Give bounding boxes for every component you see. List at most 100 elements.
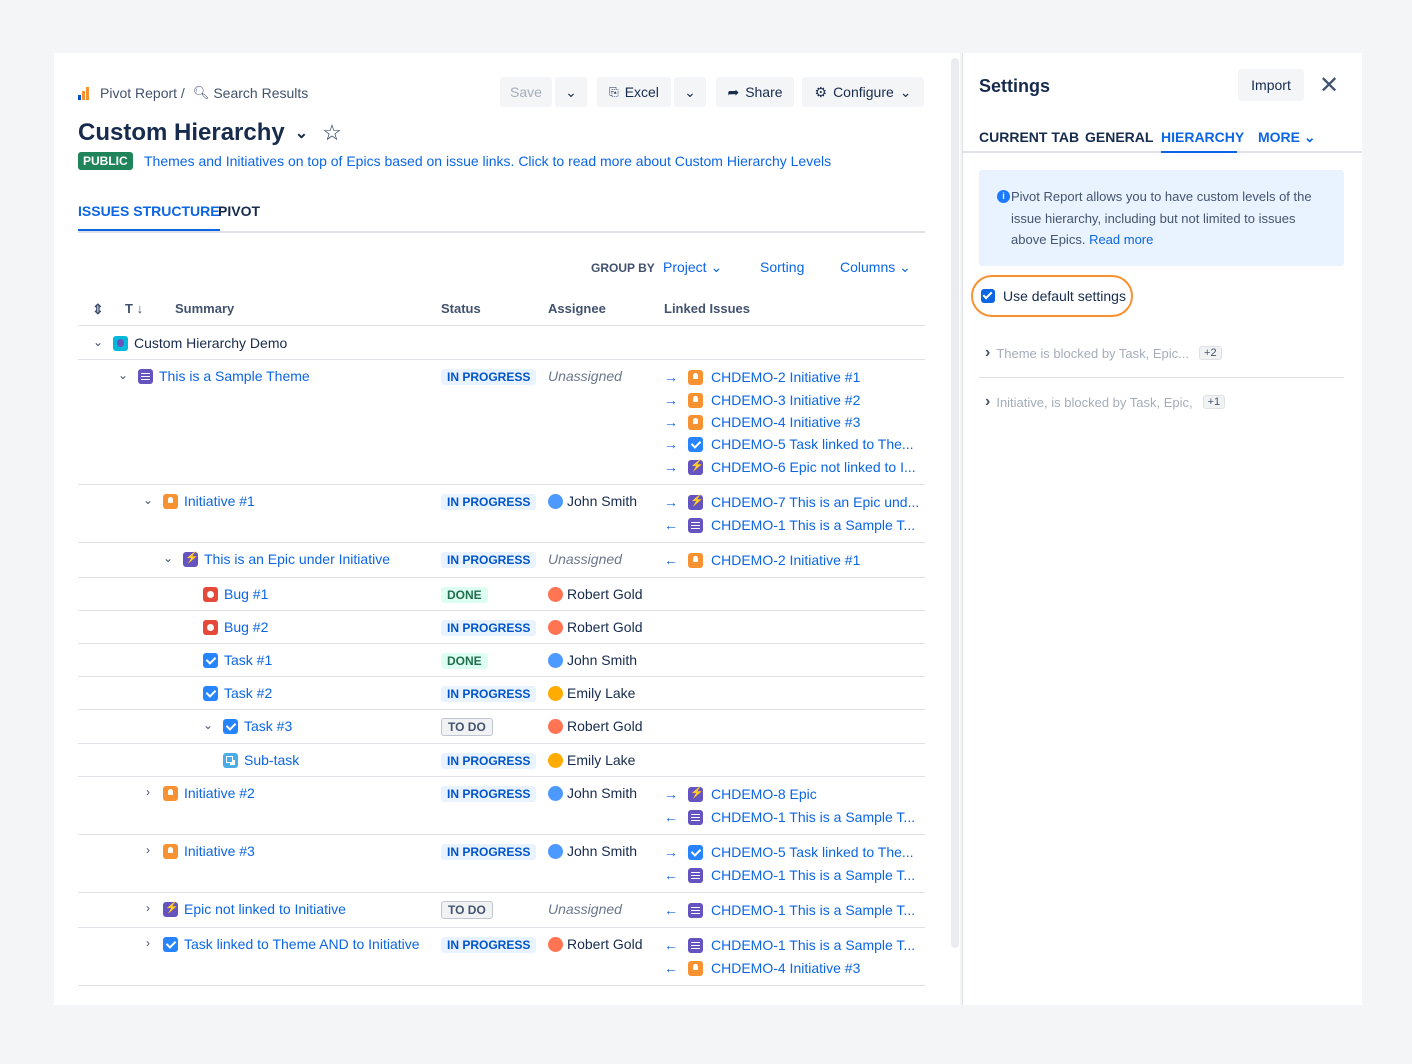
collapse-chevron-icon[interactable]: ⌄ — [161, 551, 175, 565]
bug-icon — [203, 586, 218, 602]
excel-dropdown-button[interactable]: ⌄ — [674, 77, 706, 107]
bug-icon — [203, 619, 218, 635]
table-row[interactable]: Custom Hierarchy Demo — [113, 335, 287, 351]
expand-chevron-icon[interactable]: › — [141, 843, 155, 857]
initiative-icon — [688, 369, 703, 385]
table-row[interactable]: Bug #1 — [203, 586, 268, 602]
column-linked-issues[interactable]: Linked Issues — [664, 301, 750, 316]
import-button[interactable]: Import — [1238, 69, 1304, 101]
linked-issue[interactable]: ← CHDEMO-1 This is a Sample T... — [664, 867, 915, 883]
save-button[interactable]: Save — [500, 77, 552, 107]
status-badge: IN PROGRESS — [441, 686, 537, 702]
group-by-select[interactable]: Project ⌄ — [663, 259, 722, 276]
columns-button[interactable]: Columns ⌄ — [840, 259, 911, 276]
assignee: Robert Gold — [548, 586, 642, 602]
linked-issue[interactable]: → CHDEMO-5 Task linked to The... — [664, 436, 914, 452]
public-badge: PUBLIC — [78, 152, 133, 170]
assignee: Unassigned — [548, 368, 622, 384]
linked-issue[interactable]: ← CHDEMO-1 This is a Sample T... — [664, 809, 915, 825]
linked-issue[interactable]: ← CHDEMO-4 Initiative #3 — [664, 960, 860, 976]
star-icon[interactable]: ☆ — [322, 120, 342, 146]
initiative-icon — [163, 843, 178, 859]
hierarchy-level-row[interactable]: › Theme is blocked by Task, Epic... +2 — [985, 344, 1222, 362]
settings-title: Settings — [979, 76, 1051, 96]
assignee: Robert Gold — [548, 718, 642, 734]
chevron-down-icon: ⌄ — [899, 259, 911, 275]
expand-chevron-icon[interactable]: › — [141, 785, 155, 799]
column-status[interactable]: Status — [441, 301, 481, 316]
table-row[interactable]: Initiative #1 — [163, 493, 255, 509]
table-row[interactable]: Task #1 — [203, 652, 272, 668]
collapse-chevron-icon[interactable]: ⌄ — [116, 368, 130, 382]
theme-icon — [688, 867, 703, 883]
linked-issue[interactable]: → CHDEMO-3 Initiative #2 — [664, 392, 860, 408]
table-row[interactable]: Initiative #2 — [163, 785, 255, 801]
linked-issue[interactable]: →CHDEMO-7 This is an Epic und... — [664, 494, 919, 511]
table-row[interactable]: Task linked to Theme AND to Initiative — [163, 936, 420, 952]
table-row[interactable]: This is an Epic under Initiative — [183, 551, 390, 567]
save-dropdown-button[interactable]: ⌄ — [555, 77, 587, 107]
collapse-chevron-icon[interactable]: ⌄ — [91, 335, 105, 349]
use-default-settings-checkbox[interactable]: Use default settings — [971, 275, 1133, 317]
linked-issue[interactable]: → CHDEMO-4 Initiative #3 — [664, 414, 860, 430]
row-divider — [78, 542, 925, 543]
task-icon — [203, 685, 218, 701]
linked-issue[interactable]: ← CHDEMO-2 Initiative #1 — [664, 552, 860, 568]
share-button[interactable]: ➦ Share — [716, 77, 794, 107]
table-row[interactable]: Bug #2 — [203, 619, 268, 635]
linked-issue[interactable]: →CHDEMO-8 Epic — [664, 786, 817, 803]
breadcrumb-root[interactable]: Pivot Report / — [100, 85, 185, 101]
inward-link-arrow-icon: ← — [664, 867, 678, 883]
table-row[interactable]: Task #3 — [223, 718, 292, 734]
excel-button[interactable]: ⎘ Excel — [597, 77, 671, 107]
linked-issue[interactable]: ← CHDEMO-1 This is a Sample T... — [664, 902, 915, 918]
row-divider — [78, 359, 925, 360]
scrollbar[interactable] — [951, 58, 959, 948]
theme-icon — [688, 517, 703, 533]
excel-icon: ⎘ — [609, 84, 619, 99]
outward-link-arrow-icon: → — [664, 459, 678, 475]
initiative-icon — [688, 414, 703, 430]
tab-pivot[interactable]: PIVOT — [218, 203, 260, 229]
collapse-chevron-icon[interactable]: ⌄ — [141, 493, 155, 507]
expand-chevron-icon[interactable]: › — [141, 936, 155, 950]
expand-collapse-all-icon[interactable]: ⇕ — [92, 301, 104, 318]
linked-issue[interactable]: ← CHDEMO-1 This is a Sample T... — [664, 937, 915, 953]
chevron-down-icon: ⌄ — [565, 83, 577, 100]
collapse-chevron-icon[interactable]: ⌄ — [201, 718, 215, 732]
table-row[interactable]: Initiative #3 — [163, 843, 255, 859]
tab-general[interactable]: GENERAL — [1085, 129, 1153, 145]
linked-issue[interactable]: → CHDEMO-5 Task linked to The... — [664, 844, 914, 860]
close-icon[interactable]: ✕ — [1319, 71, 1339, 100]
sorting-button[interactable]: Sorting — [760, 259, 804, 275]
avatar — [548, 652, 563, 668]
tab-current-tab[interactable]: CURRENT TAB — [979, 129, 1079, 145]
report-description-link[interactable]: Themes and Initiatives on top of Epics b… — [144, 153, 831, 169]
theme-icon — [688, 902, 703, 918]
expand-chevron-icon[interactable]: › — [141, 901, 155, 915]
linked-issue[interactable]: →CHDEMO-6 Epic not linked to I... — [664, 459, 916, 476]
row-divider — [78, 577, 925, 578]
more-count-badge: +1 — [1202, 395, 1226, 409]
title-chevron-down-icon[interactable]: ⌄ — [295, 123, 308, 143]
linked-issue[interactable]: ← CHDEMO-1 This is a Sample T... — [664, 517, 915, 533]
avatar — [548, 843, 563, 859]
table-row[interactable]: Task #2 — [203, 685, 272, 701]
read-more-link[interactable]: Read more — [1089, 232, 1153, 247]
chevron-down-icon: ⌄ — [1303, 129, 1316, 145]
report-tabs: ISSUES STRUCTURE PIVOT — [78, 203, 925, 233]
linked-issue[interactable]: → CHDEMO-2 Initiative #1 — [664, 369, 860, 385]
table-row[interactable]: Sub-task — [223, 752, 299, 768]
column-summary[interactable]: Summary — [175, 301, 234, 316]
table-row[interactable]: Epic not linked to Initiative — [163, 901, 346, 917]
tab-more[interactable]: MORE ⌄ — [1258, 129, 1316, 146]
column-type[interactable]: T ↓ — [125, 301, 143, 316]
tab-issues-structure[interactable]: ISSUES STRUCTURE — [78, 203, 220, 231]
avatar — [548, 685, 563, 701]
table-row[interactable]: This is a Sample Theme — [138, 368, 310, 384]
breadcrumb-current[interactable]: Search Results — [213, 85, 308, 101]
column-assignee[interactable]: Assignee — [548, 301, 606, 316]
tab-hierarchy[interactable]: HIERARCHY — [1161, 129, 1244, 145]
configure-button[interactable]: ⚙ Configure ⌄ — [802, 77, 924, 107]
hierarchy-level-row[interactable]: › Initiative, is blocked by Task, Epic, … — [985, 393, 1226, 411]
